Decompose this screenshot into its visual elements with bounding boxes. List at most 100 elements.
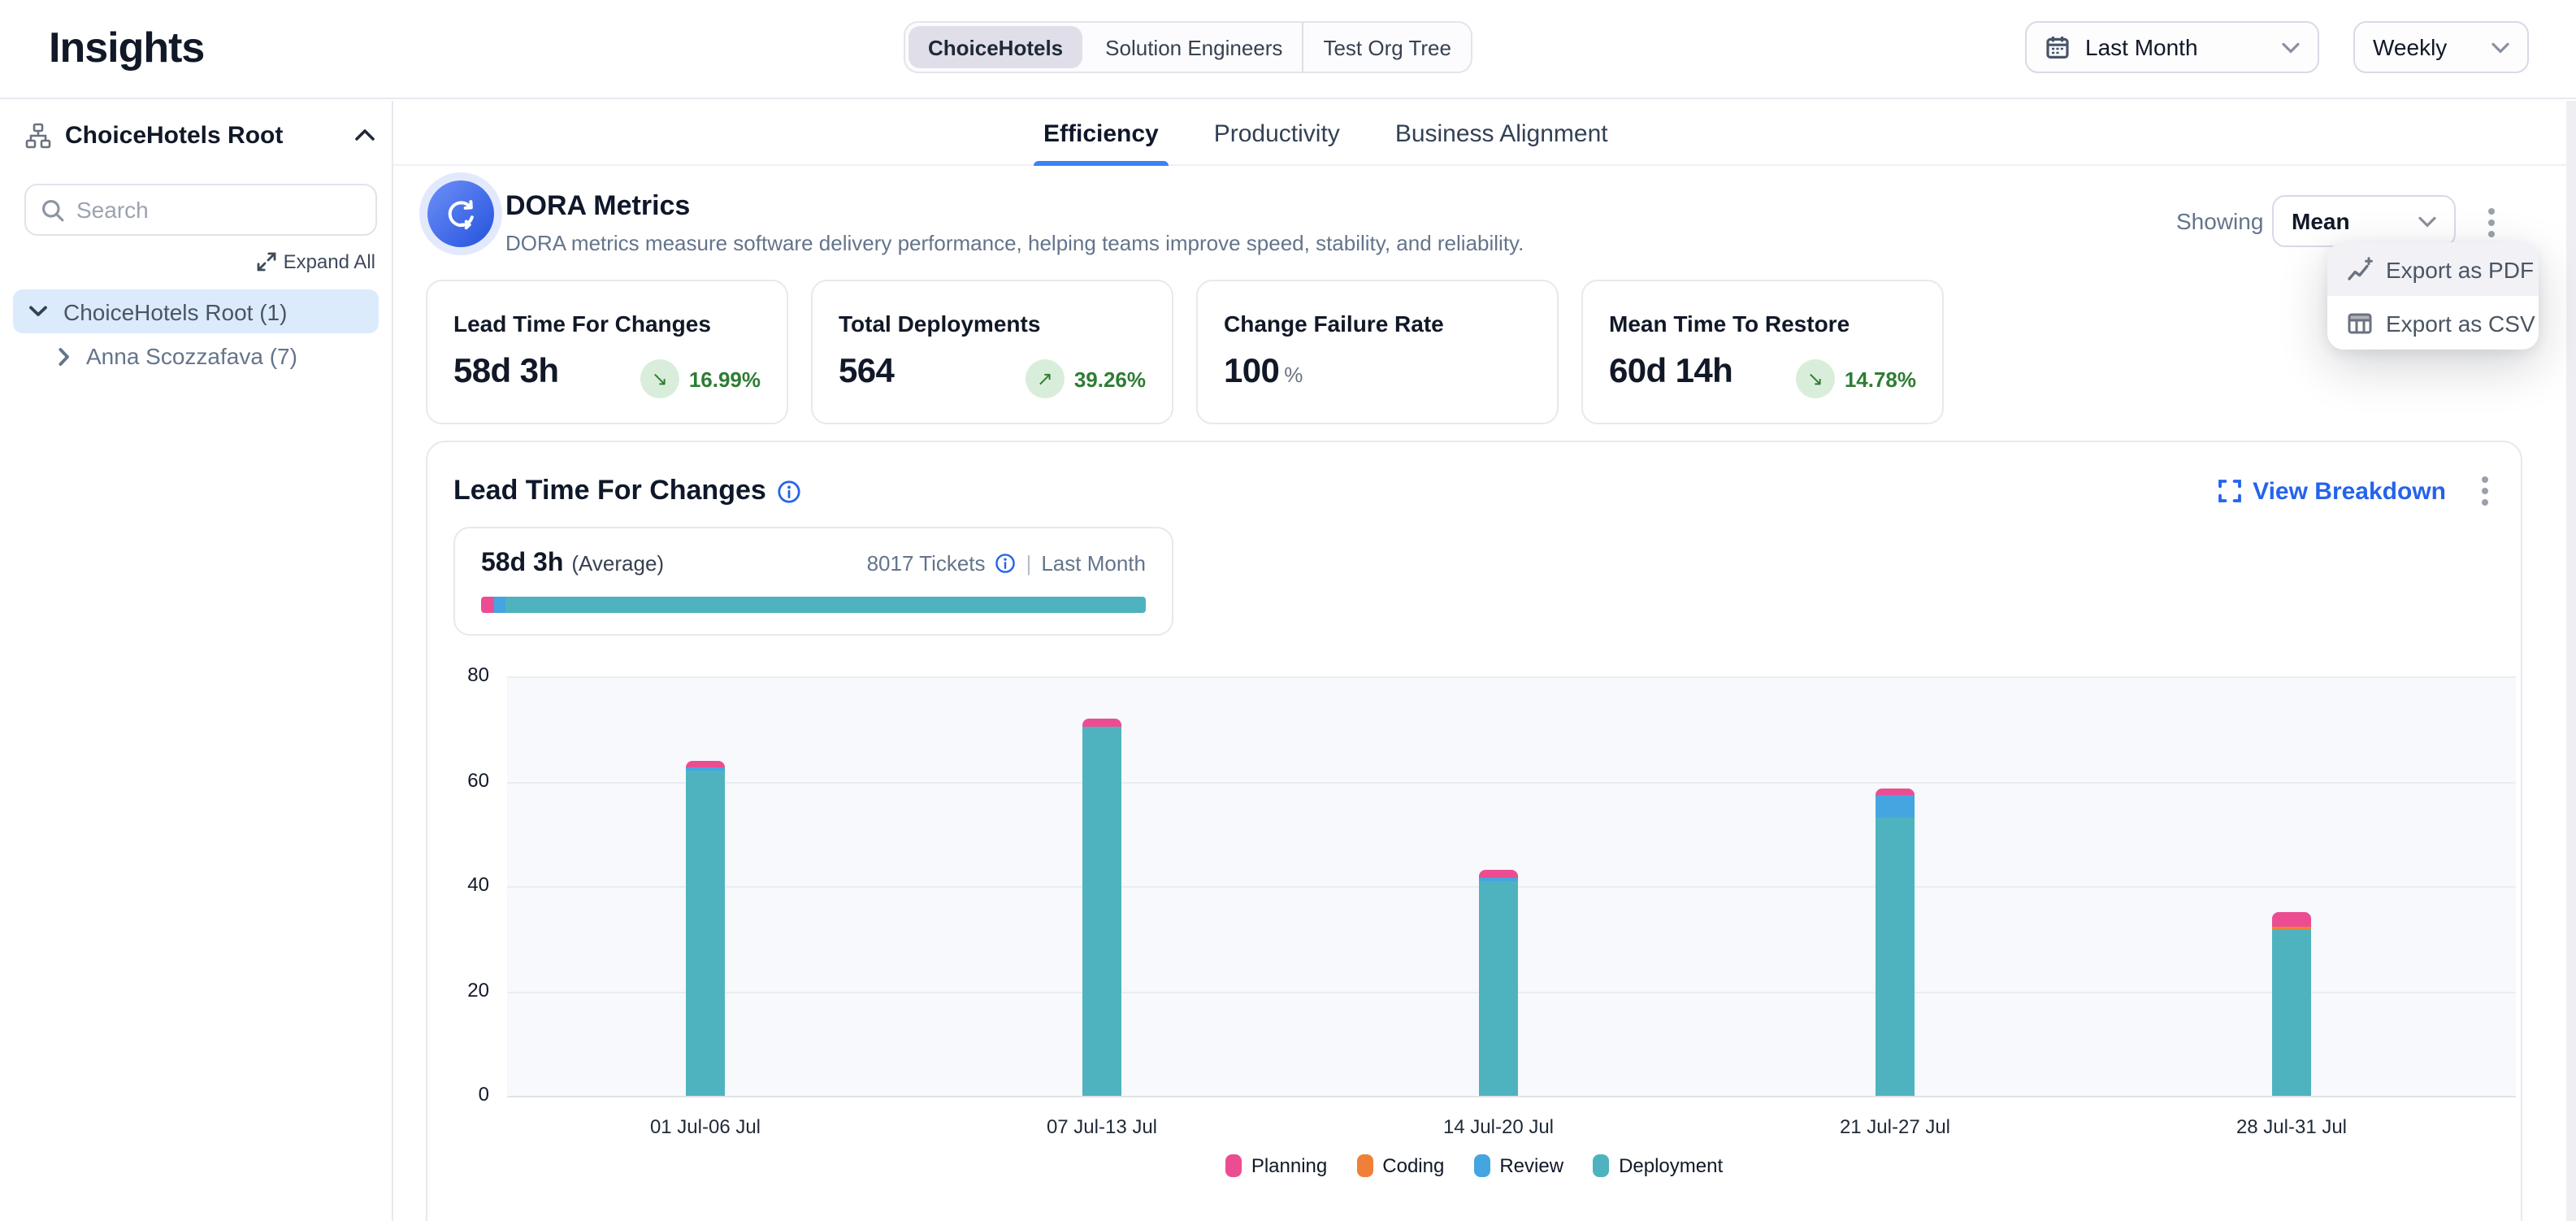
bar-segment-planning[interactable] [1876,789,1915,796]
metric-value: 60d 14h [1609,353,1733,392]
metric-value: 564 [839,353,894,392]
main-content: Efficiency Productivity Business Alignme… [393,101,2576,1221]
separator: | [1026,551,1032,576]
expand-corners-icon [2218,480,2241,502]
trend-down-arrow-icon: ↘ [1796,359,1835,398]
showing-select-value: Mean [2292,208,2350,234]
summary-value: 58d 3h [481,550,563,579]
expand-all-button[interactable]: Expand All [258,250,375,273]
y-tick-label: 40 [431,873,489,896]
info-icon[interactable] [778,479,802,503]
legend-label: Coding [1382,1154,1444,1177]
metric-title: Change Failure Rate [1224,311,1444,337]
x-tick-label: 21 Jul-27 Jul [1765,1115,2025,1138]
tree-item-choicehotels-root[interactable]: ChoiceHotels Root (1) [13,289,379,333]
search-icon [41,198,65,222]
bar-segment-deployment[interactable] [686,771,725,1096]
y-tick-label: 20 [431,978,489,1001]
chart-legend: Planning Coding Review Deployment [427,1154,2521,1177]
x-tick-label: 01 Jul-06 Jul [575,1115,835,1138]
legend-label: Review [1499,1154,1563,1177]
export-menu: Export as PDF Export as CSV [2327,242,2539,350]
metric-value: 100% [1224,353,1303,392]
vertical-scrollbar[interactable] [2566,101,2576,1221]
bar-segment-planning[interactable] [2272,912,2311,928]
export-pdf-label: Export as PDF [2386,256,2534,282]
x-tick-label: 14 Jul-20 Jul [1368,1115,1628,1138]
chart-kebab-menu-icon[interactable] [2475,470,2495,512]
export-pdf-menu-item[interactable]: Export as PDF [2327,242,2539,296]
trend-up-arrow-icon: ↗ [1026,359,1065,398]
chart-title: Lead Time For Changes [453,475,766,507]
lead-time-chart-card: Lead Time For Changes View Breakdown [426,441,2522,1221]
section-tabs-bar: Efficiency Productivity Business Alignme… [393,101,2566,166]
legend-swatch [1225,1154,1242,1177]
legend-swatch [1473,1154,1490,1177]
gridline-0 [507,1096,2516,1097]
bar-segment-review[interactable] [686,768,725,771]
chart-card-header: Lead Time For Changes View Breakdown [453,471,2495,511]
tree-item-label: Anna Scozzafava (7) [86,343,297,369]
tab-efficiency[interactable]: Efficiency [1040,101,1162,166]
dora-cycle-icon [427,180,494,247]
bar-segment-review[interactable] [1876,795,1915,818]
sidebar-title: ChoiceHotels Root [65,121,283,149]
y-tick-label: 80 [431,663,489,686]
org-switcher: ChoiceHotels Solution Engineers Test Org… [904,21,1472,73]
chevron-down-icon[interactable] [29,306,47,317]
showing-select[interactable]: Mean [2272,195,2456,247]
bar-segment-review[interactable] [1479,878,1518,882]
tab-productivity[interactable]: Productivity [1211,101,1343,166]
tree-item-label: ChoiceHotels Root (1) [63,298,287,324]
bar-segment-coding[interactable] [2272,928,2311,930]
tree-search[interactable] [24,184,377,236]
trend-percent: 14.78% [1845,367,1916,391]
legend-swatch [1593,1154,1609,1177]
period-select-value: Last Month [2085,34,2198,60]
export-csv-menu-item[interactable]: Export as CSV [2327,296,2539,350]
bar-segment-deployment[interactable] [1479,882,1518,1096]
view-breakdown-button[interactable]: View Breakdown [2218,477,2446,505]
bar-segment-planning[interactable] [1479,871,1518,878]
dora-kebab-menu-icon[interactable] [2482,202,2501,244]
chevron-down-icon [2282,33,2300,62]
org-tab-test-org-tree[interactable]: Test Org Tree [1302,23,1471,72]
period-select[interactable]: Last Month [2025,21,2319,73]
trend-percent: 16.99% [689,367,761,391]
legend-label: Deployment [1619,1154,1723,1177]
tab-business-alignment[interactable]: Business Alignment [1392,101,1611,166]
metric-title: Mean Time To Restore [1609,311,1850,337]
granularity-select-value: Weekly [2373,34,2447,60]
trend-badge: ↘ 14.78% [1796,359,1916,398]
bar-segment-deployment[interactable] [1876,818,1915,1096]
phase-segment-review [494,597,505,613]
bar-segment-planning[interactable] [1082,719,1121,727]
sidebar-header: ChoiceHotels Root [24,115,375,154]
dora-metrics-title: DORA Metrics [505,190,690,223]
bar-segment-planning[interactable] [686,760,725,768]
summary-period: Last Month [1041,551,1146,576]
legend-item-planning[interactable]: Planning [1225,1154,1327,1177]
metric-card-change-failure-rate: Change Failure Rate 100% [1196,280,1559,424]
metric-card-total-deployments: Total Deployments 564 ↗ 39.26% [811,280,1173,424]
trend-percent: 39.26% [1074,367,1146,391]
granularity-select[interactable]: Weekly [2353,21,2529,73]
org-tab-solution-engineers[interactable]: Solution Engineers [1086,23,1302,72]
legend-item-coding[interactable]: Coding [1356,1154,1444,1177]
legend-item-review[interactable]: Review [1473,1154,1563,1177]
collapse-sidebar-chevron-up-icon[interactable] [354,128,375,141]
legend-item-deployment[interactable]: Deployment [1593,1154,1723,1177]
metric-title: Total Deployments [839,311,1040,337]
org-tab-choicehotels[interactable]: ChoiceHotels [909,26,1082,68]
org-tree-sidebar: ChoiceHotels Root Expand All [0,101,393,1221]
legend-label: Planning [1251,1154,1327,1177]
bar-segment-deployment[interactable] [2272,930,2311,1096]
chevron-right-icon[interactable] [59,347,70,365]
info-icon[interactable] [995,553,1017,574]
search-input[interactable] [76,197,336,223]
chart-summary-card: 58d 3h (Average) 8017 Tickets | Last Mon… [453,527,1173,636]
tree-item-anna-scozzafava[interactable]: Anna Scozzafava (7) [59,337,379,376]
org-chart-icon [24,121,52,149]
bar-segment-deployment[interactable] [1082,726,1121,1096]
gridline-80 [507,676,2516,678]
